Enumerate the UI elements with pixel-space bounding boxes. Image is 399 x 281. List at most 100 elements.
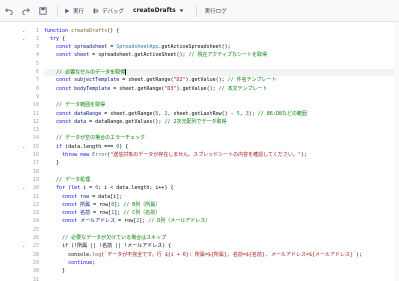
code-token: let <box>71 185 84 192</box>
code-line[interactable]: const dataRange = sheet.getRange(6, 2, s… <box>44 111 399 118</box>
code-token: = dataRange.getValues(); <box>86 118 165 125</box>
code-line[interactable]: const row = data[i]; <box>44 194 399 201</box>
line-number: 30 <box>32 268 39 275</box>
code-token: , sheet.getLastRow() - <box>167 110 237 117</box>
code-token: "D3" <box>164 85 177 92</box>
code-line[interactable]: const spreadsheet = SpreadsheetApp.getAc… <box>44 44 399 51</box>
code-token: // 現在アクティブなシートを取得 <box>188 52 267 59</box>
code-editor[interactable]: 1 ⌄ function createDrafts() {2 ⌄ try {3 con… <box>0 22 399 281</box>
code-line[interactable]: const data = dataRange.getValues(); // 2… <box>44 119 399 126</box>
line-number: 20 <box>32 185 39 192</box>
code-token: { <box>59 35 66 42</box>
code-token: = row[ <box>90 201 112 208</box>
code-token: // 件名テンプレート <box>227 77 277 84</box>
line-number: 6 <box>35 69 39 75</box>
code-line[interactable]: // データが空の場合のエラーチェック <box>44 135 399 142</box>
fold-chevron-icon[interactable]: ⌄ <box>22 185 25 192</box>
code-token: ]; <box>114 210 124 217</box>
code-line[interactable]: for (let i = 0; i < data.length; i++) { <box>44 185 399 192</box>
code-token: () { <box>107 27 120 34</box>
code-line[interactable]: // 必要なデータが欠けている場合はスキップ <box>44 235 399 242</box>
code-token: = <box>86 185 96 192</box>
code-token: subjectTemplate <box>74 77 120 84</box>
line-number: 8 <box>35 85 39 92</box>
code-line[interactable]: const subjectTemplate = sheet.getRange("… <box>44 77 399 84</box>
code-token: // C列（名前） <box>123 210 161 217</box>
code-token: createDrafts <box>71 27 108 34</box>
line-number: 15 <box>32 143 39 150</box>
code-line[interactable]: function createDrafts() { <box>44 28 399 35</box>
function-name: createDrafts <box>133 7 176 14</box>
code-token: const <box>56 44 75 51</box>
code-token: // 本文テンプレート <box>218 85 268 92</box>
code-line[interactable]: const 所属 = row[0]; // B列（所属） <box>44 202 399 209</box>
code-token: continue <box>68 259 93 266</box>
code-line[interactable]: const bodyTemplate = sheet.getRange("D3"… <box>44 86 399 93</box>
code-token: (!所属 || !名前 || !メールアドレス) { <box>68 243 172 250</box>
line-number: 28 <box>32 251 39 258</box>
execution-log-label: 実行ログ <box>204 8 227 15</box>
code-line[interactable]: console.log(`データが不完全です。行 ${i + 6}: 所属=${… <box>44 252 399 259</box>
line-number: 21 <box>32 193 39 200</box>
code-line[interactable]: } <box>44 268 399 275</box>
run-button[interactable]: 実行 <box>64 7 84 15</box>
code-token: = <box>107 44 117 51</box>
code-line[interactable]: continue; <box>44 260 399 267</box>
code-token: const <box>56 110 75 117</box>
undo-icon[interactable] <box>4 6 14 16</box>
function-selector[interactable]: createDrafts <box>133 7 184 14</box>
fold-chevron-icon[interactable]: ⌄ <box>22 243 25 250</box>
code-token: ); <box>300 152 307 158</box>
code-token: 名前 <box>80 210 91 217</box>
fold-chevron-icon[interactable]: ⌄ <box>22 36 25 43</box>
code-line[interactable]: try { <box>44 36 399 43</box>
code-line[interactable]: // 必要なセルのデータを取得 <box>44 69 399 77</box>
code-line[interactable]: const メールアドレス = row[2]; // D列（メールアドレス） <box>44 218 399 225</box>
line-number: 2 <box>35 35 39 42</box>
code-token: "D2" <box>173 77 186 84</box>
code-token: try <box>50 35 60 42</box>
line-number: 16 <box>32 152 39 158</box>
code-line[interactable]: if (!所属 || !名前 || !メールアドレス) { <box>44 243 399 250</box>
code-token: const <box>62 210 81 217</box>
fold-chevron-icon[interactable]: ⌄ <box>22 28 25 35</box>
code-line[interactable]: const sheet = spreadsheet.getActiveSheet… <box>44 52 399 59</box>
line-number: 17 <box>32 160 39 167</box>
code-token: const <box>62 193 81 200</box>
code-token: // D列（メールアドレス） <box>148 218 211 225</box>
code-line[interactable]: } <box>44 160 399 167</box>
script-editor-toolbar: 実行 デバッグ createDrafts 実行ログ <box>0 0 399 22</box>
code-token: メールアドレス <box>80 218 116 225</box>
code-token: = sheet.getRange( <box>110 85 165 92</box>
code-token: data <box>74 118 87 125</box>
line-number: 5 <box>35 60 39 67</box>
save-icon[interactable] <box>38 6 48 16</box>
debug-button[interactable]: デバッグ <box>93 7 124 15</box>
code-token: 所属 <box>80 201 91 208</box>
code-line[interactable]: throw new Error("送信対象のデータが存在しません。スプレッドシー… <box>44 152 399 159</box>
fold-chevron-icon[interactable]: ⌄ <box>22 144 25 151</box>
line-number: 29 <box>32 259 39 266</box>
line-number: 24 <box>32 218 39 225</box>
line-number: 31 <box>32 276 39 281</box>
redo-icon[interactable] <box>21 6 31 16</box>
code-token: // データが空の場合のエラーチェック <box>44 135 146 142</box>
code-line[interactable]: if (data.length === 0) { <box>44 144 399 151</box>
code-token: SpreadsheetApp <box>116 44 159 51</box>
run-label: 実行 <box>73 8 85 15</box>
code-line[interactable]: // データ処理 <box>44 177 399 184</box>
code-line[interactable]: const 名前 = row[1]; // C列（名前） <box>44 210 399 217</box>
code-token: = sheet.getRange( <box>119 77 174 84</box>
editor-scrollbar[interactable] <box>394 22 399 281</box>
line-number: 4 <box>35 52 39 59</box>
code-token: const <box>56 85 75 92</box>
code-line[interactable]: // データ範囲を取得 <box>44 102 399 109</box>
code-token: sheet <box>74 52 90 59</box>
execution-log-button[interactable]: 実行ログ <box>205 7 227 15</box>
code-token: const <box>56 118 75 125</box>
code-token: ; <box>92 259 96 266</box>
code-token: (data.length === <box>62 143 117 150</box>
